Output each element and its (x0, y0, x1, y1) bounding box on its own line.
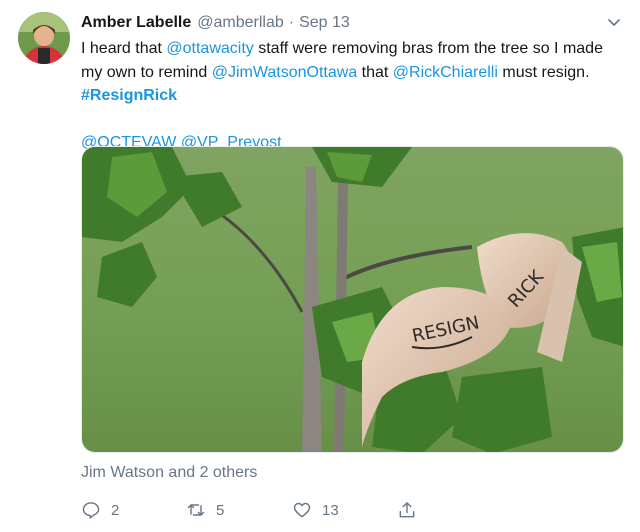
share-button[interactable] (397, 498, 427, 522)
chevron-down-icon[interactable] (606, 14, 622, 30)
share-icon (399, 502, 415, 518)
tweet-actions: 2 5 13 (81, 498, 421, 522)
separator-dot: · (288, 14, 295, 31)
mention-ottawacity[interactable]: @ottawacity (166, 40, 253, 57)
text-segment: that (357, 63, 393, 81)
tweet-text: I heard that @ottawacity staff were remo… (81, 37, 629, 155)
mention-jimwatsonottawa[interactable]: @JimWatsonOttawa (212, 64, 357, 81)
reply-icon (82, 502, 100, 519)
mention-rickchiarelli[interactable]: @RickChiarelli (393, 64, 498, 81)
avatar[interactable] (18, 12, 70, 64)
retweet-button[interactable]: 5 (186, 498, 224, 522)
reply-count: 2 (111, 501, 120, 519)
tweet-text-line-blank (81, 108, 629, 132)
author-name[interactable]: Amber Labelle (81, 14, 191, 32)
reply-button[interactable]: 2 (81, 498, 119, 522)
like-count: 13 (322, 501, 339, 519)
retweet-icon (187, 504, 205, 516)
author-handle[interactable]: @amberllab (197, 14, 284, 32)
hashtag-resignrick[interactable]: #ResignRick (81, 87, 177, 104)
photo-bra-on-tree: RESIGN RICK (82, 147, 623, 452)
avatar-image (18, 12, 70, 64)
tweet-text-line-3: #ResignRick (81, 84, 629, 108)
liked-by-text[interactable]: Jim Watson and 2 others (81, 464, 257, 482)
retweet-count: 5 (216, 501, 225, 519)
text-segment: my own to remind (81, 63, 212, 81)
tweet-header: Amber Labelle @amberllab · Sep 13 (81, 12, 626, 34)
tweet-text-line-2: my own to remind @JimWatsonOttawa that @… (81, 61, 629, 85)
tweet-date[interactable]: Sep 13 (299, 14, 350, 32)
text-segment: staff were removing bras from the tree s… (253, 40, 603, 57)
text-segment: must resign. (497, 63, 590, 81)
heart-icon (293, 502, 311, 518)
tweet-photo[interactable]: RESIGN RICK (81, 146, 624, 453)
text-segment: I heard that (81, 40, 167, 57)
like-button[interactable]: 13 (292, 498, 339, 522)
tweet-text-line-1: I heard that @ottawacity staff were remo… (81, 37, 629, 61)
tweet-card[interactable]: Amber Labelle @amberllab · Sep 13 I hear… (0, 0, 640, 532)
